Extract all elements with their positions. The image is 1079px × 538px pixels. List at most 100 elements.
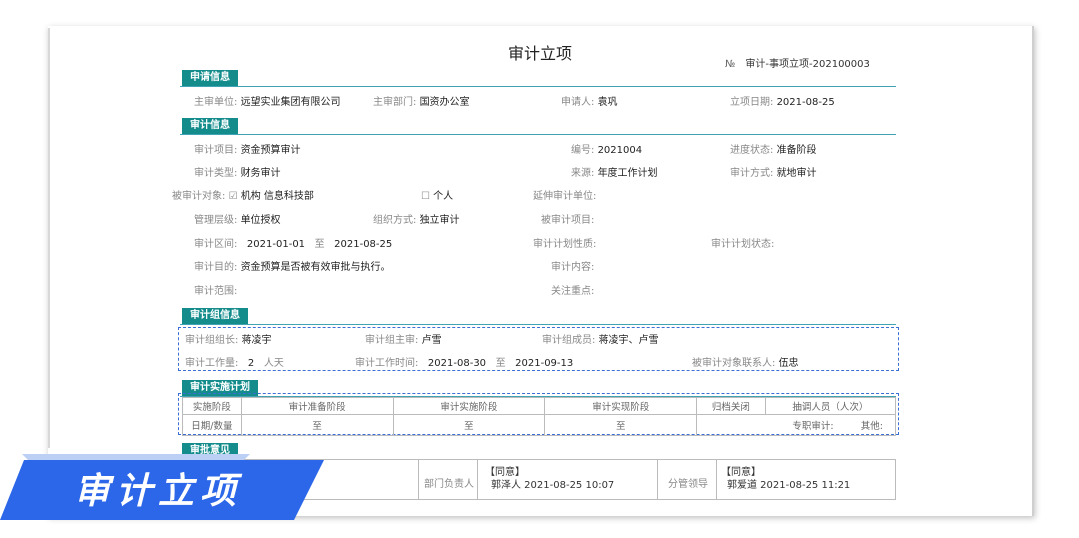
field-label: 审计范围:	[194, 286, 238, 297]
page-title: 审计立项	[507, 44, 572, 63]
section-team-rule	[180, 324, 896, 325]
plan-cell-implement[interactable]: 至	[392, 414, 546, 436]
time-to: 2021-09-13	[515, 358, 574, 369]
field-label: 进度状态:	[730, 145, 774, 156]
field-value: 2021004	[597, 145, 643, 156]
plan-table: 实施阶段 审计准备阶段 审计实施阶段 审计实现阶段 归档关闭 抽调人员（人次） …	[182, 397, 897, 436]
field-applicant: 申请人: 袁巩	[561, 93, 618, 108]
target-org-checkbox[interactable]: ☑	[229, 191, 238, 202]
document-number-value: 审计-事项立项-202100003	[745, 59, 870, 70]
field-label: 延伸审计单位:	[533, 191, 597, 202]
field-label: 审计内容:	[551, 262, 595, 273]
field-value: 伍忠	[778, 358, 799, 369]
target-org-label: 机构	[240, 191, 261, 202]
field-audit-mode: 审计方式: 就地审计	[730, 164, 817, 179]
field-work-time: 审计工作时间: 2021-08-30 至 2021-09-13	[355, 354, 573, 369]
banner-text: 审计立项	[74, 471, 243, 512]
field-value: 卢雪	[421, 335, 442, 346]
section-apply-rule	[180, 86, 896, 87]
field-target-person: ☐ 个人	[421, 187, 453, 202]
field-label: 编号:	[571, 145, 595, 156]
field-value: 蒋凌宇	[241, 335, 272, 346]
field-workload: 审计工作量: 2 人天	[185, 354, 284, 369]
field-value: 独立审计	[419, 215, 460, 226]
field-label: 审计工作时间:	[355, 358, 419, 369]
field-label: 组织方式:	[373, 215, 417, 226]
field-audit-range: 审计区间: 2021-01-01 至 2021-08-25	[194, 235, 392, 250]
field-team-leader: 审计组组长: 蒋凌宇	[185, 331, 272, 346]
range-from: 2021-01-01	[246, 239, 306, 250]
dedicated-audit-label: 专职审计:	[792, 421, 834, 432]
field-value: 袁巩	[597, 97, 618, 108]
plan-cell-prepare[interactable]: 至	[240, 414, 394, 436]
other-label: 其他:	[860, 421, 883, 432]
leader-sign: 郭爱道 2021-08-25 11:21	[727, 480, 851, 491]
field-label: 审计工作量:	[185, 358, 239, 369]
field-value: 准备阶段	[776, 145, 817, 156]
field-code: 编号: 2021004	[571, 141, 642, 156]
field-label: 被审计对象联系人:	[692, 358, 776, 369]
plan-header-cell: 审计准备阶段	[240, 397, 394, 415]
field-focus: 关注重点:	[551, 282, 594, 297]
field-label: 管理层级:	[194, 215, 238, 226]
field-value: 财务审计	[240, 168, 281, 179]
plan-cell-realize[interactable]: 至	[544, 414, 698, 436]
target-person-checkbox[interactable]: ☐	[421, 191, 430, 202]
left-rule	[48, 28, 50, 448]
field-audit-type: 审计类型: 财务审计	[194, 164, 281, 179]
workload-unit: 人天	[263, 358, 284, 369]
section-apply-header: 申请信息	[182, 70, 238, 86]
field-extend-unit: 延伸审计单位:	[533, 187, 596, 202]
range-to: 2021-08-25	[334, 239, 393, 250]
target-person-label: 个人	[433, 191, 454, 202]
field-label: 申请人:	[561, 97, 595, 108]
field-label: 审计目的:	[194, 262, 238, 273]
field-audit-scope: 审计范围:	[194, 282, 237, 297]
field-value: 国资办公室	[419, 97, 470, 108]
field-value: 2021-08-25	[776, 97, 835, 108]
field-project-date: 立项日期: 2021-08-25	[730, 93, 835, 108]
opinion-divider	[716, 459, 717, 500]
field-org-mode: 组织方式: 独立审计	[373, 211, 460, 226]
plan-cell-staff: 专职审计: 其他:	[696, 414, 896, 436]
field-label: 审计类型:	[194, 168, 238, 179]
field-label: 审计项目:	[194, 145, 238, 156]
field-value: 资金预算审计	[240, 145, 301, 156]
field-label: 立项日期:	[730, 97, 774, 108]
section-team-header: 审计组信息	[182, 308, 248, 324]
section-audit-header: 审计信息	[182, 118, 238, 134]
field-audit-purpose: 审计目的: 资金预算是否被有效审批与执行。	[194, 258, 391, 273]
plan-header-cell: 实施阶段	[182, 397, 242, 415]
field-value: 年度工作计划	[597, 168, 658, 179]
opinion-divider	[418, 459, 419, 500]
field-source: 来源: 年度工作计划	[571, 164, 658, 179]
document-number-label: №	[725, 59, 736, 70]
dept-head-label: 部门负责人	[424, 479, 474, 490]
field-label: 审计计划状态:	[711, 239, 775, 250]
field-audit-item: 审计项目: 资金预算审计	[194, 141, 301, 156]
field-label: 来源:	[571, 168, 595, 179]
field-label: 审计组主审:	[365, 335, 419, 346]
field-value: 就地审计	[776, 168, 817, 179]
field-value: 单位授权	[240, 215, 281, 226]
field-team-members: 审计组成员: 蒋凌宇、卢雪	[542, 331, 659, 346]
field-value: 蒋凌宇、卢雪	[598, 335, 659, 346]
plan-data-row: 日期/数量 至 至 至 专职审计: 其他:	[182, 414, 896, 436]
field-label: 审计方式:	[730, 168, 774, 179]
target-org-value: 信息科技部	[263, 191, 314, 202]
field-target-contact: 被审计对象联系人: 伍忠	[692, 354, 799, 369]
field-team-chief: 审计组主审: 卢雪	[365, 331, 442, 346]
document-number: № 审计-事项立项-202100003	[725, 55, 870, 70]
field-audited-item: 被审计项目:	[541, 211, 594, 226]
field-label: 主审单位:	[194, 97, 238, 108]
range-to-word: 至	[314, 239, 325, 250]
opinion-divider	[477, 459, 478, 500]
field-audit-content: 审计内容:	[551, 258, 594, 273]
field-label: 审计计划性质:	[533, 239, 597, 250]
plan-header-cell: 抽调人员（人次）	[764, 397, 897, 415]
time-from: 2021-08-30	[427, 358, 487, 369]
field-progress-status: 进度状态: 准备阶段	[730, 141, 817, 156]
field-label: 审计组组长:	[185, 335, 239, 346]
workload-value: 2	[247, 358, 255, 369]
field-label: 审计区间:	[194, 239, 238, 250]
